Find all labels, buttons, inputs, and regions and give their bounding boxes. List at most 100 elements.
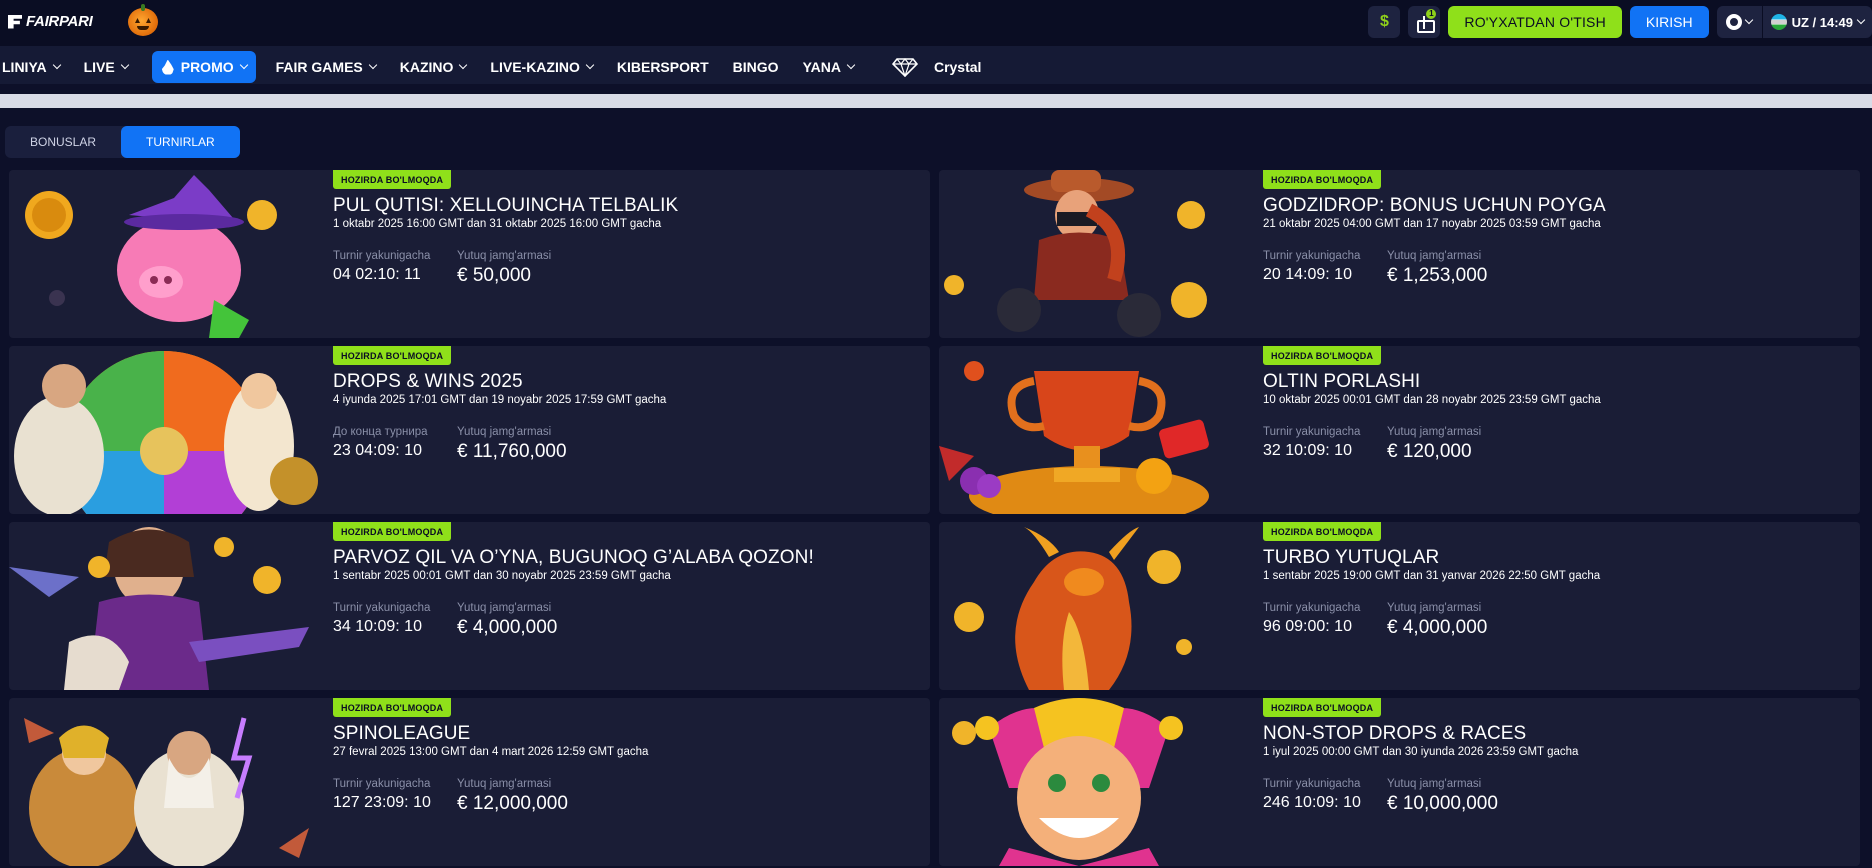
prize-block: Yutuq jamg'armasi € 4,000,000 <box>457 602 558 638</box>
prize-value: € 4,000,000 <box>457 617 558 638</box>
nav-live[interactable]: LIVE <box>84 51 138 83</box>
status-badge: HOZIRDA BO'LMOQDA <box>333 170 452 189</box>
prize-block: Yutuq jamg'armasi € 120,000 <box>1387 426 1482 462</box>
card-dates: 1 iyul 2025 00:00 GMT dan 30 iyunda 2026… <box>1263 746 1579 758</box>
banner-strip <box>0 94 1872 108</box>
tournament-card[interactable]: HOZIRDA BO'LMOQDA OLTIN PORLASHI 10 okta… <box>939 346 1860 514</box>
tournament-card[interactable]: HOZIRDA BO'LMOQDA GODZIDROP: BONUS UCHUN… <box>939 170 1860 338</box>
countdown-value: 246 10:09: 10 <box>1263 794 1361 811</box>
dollar-icon: $ <box>1379 13 1389 30</box>
jester-artwork <box>939 698 1249 866</box>
timer-block: Turnir yakunigacha 34 10:09: 10 <box>333 602 431 635</box>
card-dates: 10 oktabr 2025 00:01 GMT dan 28 noyabr 2… <box>1263 394 1601 406</box>
register-button[interactable]: RO'YXATDAN O'TISH <box>1448 6 1622 38</box>
timer-block: Turnir yakunigacha 04 02:10: 11 <box>333 250 431 283</box>
card-dates: 27 fevral 2025 13:00 GMT dan 4 mart 2026… <box>333 746 649 758</box>
chevron-down-icon <box>368 60 377 70</box>
status-badge: HOZIRDA BO'LMOQDA <box>1263 698 1382 717</box>
chevron-down-icon <box>585 60 595 70</box>
prize-value: € 12,000,000 <box>457 793 568 814</box>
zeus-wheel-artwork <box>9 346 319 514</box>
timer-block: До конца турнира 23 04:09: 10 <box>333 426 428 459</box>
nav-fair-games[interactable]: FAIR GAMES <box>276 51 386 83</box>
nav-yana[interactable]: YANA <box>803 51 864 83</box>
main-nav: LINIYA LIVE PROMO FAIR GAMES KAZINO LIVE… <box>0 46 1872 88</box>
nav-bingo[interactable]: BINGO <box>733 51 789 83</box>
gift-count-badge: 1 <box>1426 9 1437 19</box>
prize-block: Yutuq jamg'armasi € 50,000 <box>457 250 552 286</box>
prize-block: Yutuq jamg'armasi € 10,000,000 <box>1387 778 1498 814</box>
card-title: PUL QUTISI: XELLOUINCHA TELBALIK <box>333 195 679 216</box>
chevron-down-icon <box>120 60 129 70</box>
prize-block: Yutuq jamg'armasi € 12,000,000 <box>457 778 568 814</box>
tournament-grid: HOZIRDA BO'LMOQDA PUL QUTISI: XELLOUINCH… <box>9 170 1862 866</box>
card-dates: 1 oktabr 2025 16:00 GMT dan 31 oktabr 20… <box>333 218 662 230</box>
prize-value: € 50,000 <box>457 265 531 286</box>
nav-live-kazino[interactable]: LIVE-KAZINO <box>490 51 602 83</box>
status-badge: HOZIRDA BO'LMOQDA <box>1263 522 1382 541</box>
gift-button[interactable]: 1 <box>1408 6 1441 38</box>
tournament-card[interactable]: HOZIRDA BO'LMOQDA NON-STOP DROPS & RACES… <box>939 698 1860 866</box>
cowgirl-biker-artwork <box>939 170 1249 338</box>
timer-block: Turnir yakunigacha 32 10:09: 10 <box>1263 426 1361 459</box>
promo-tabs: BONUSLAR TURNIRLAR <box>5 126 240 158</box>
gear-icon <box>1726 14 1743 30</box>
tournament-card[interactable]: HOZIRDA BO'LMOQDA PUL QUTISI: XELLOUINCH… <box>9 170 930 338</box>
chevron-down-icon <box>1744 15 1754 25</box>
timer-block: Turnir yakunigacha 20 14:09: 10 <box>1263 250 1361 283</box>
tournament-card[interactable]: HOZIRDA BO'LMOQDA PARVOZ QIL VA O’YNA, B… <box>9 522 930 690</box>
card-title: GODZIDROP: BONUS UCHUN POYGA <box>1263 195 1606 216</box>
settings-button[interactable] <box>1716 6 1763 38</box>
card-title: DROPS & WINS 2025 <box>333 371 523 392</box>
flame-icon <box>161 59 174 75</box>
nav-kibersport[interactable]: KIBERSPORT <box>617 51 719 83</box>
prize-value: € 120,000 <box>1387 441 1472 462</box>
countdown-value: 32 10:09: 10 <box>1263 442 1352 459</box>
prize-value: € 4,000,000 <box>1387 617 1488 638</box>
deposit-button[interactable]: $ <box>1368 6 1401 38</box>
login-button[interactable]: KIRISH <box>1629 6 1709 38</box>
uz-flag-icon <box>1770 14 1787 30</box>
status-badge: HOZIRDA BO'LMOQDA <box>333 698 452 717</box>
countdown-value: 23 04:09: 10 <box>333 442 422 459</box>
nav-crystal[interactable]: Crystal <box>891 51 991 83</box>
tournament-card[interactable]: HOZIRDA BO'LMOQDA TURBO YUTUQLAR 1 senta… <box>939 522 1860 690</box>
tournament-card[interactable]: HOZIRDA BO'LMOQDA DROPS & WINS 2025 4 iy… <box>9 346 930 514</box>
tab-turnirlar[interactable]: TURNIRLAR <box>121 126 240 158</box>
countdown-value: 20 14:09: 10 <box>1263 266 1352 283</box>
card-dates: 4 iyunda 2025 17:01 GMT dan 19 noyabr 20… <box>333 394 667 406</box>
prize-block: Yutuq jamg'armasi € 1,253,000 <box>1387 250 1488 286</box>
zeus-athena-artwork <box>9 698 319 866</box>
timer-block: Turnir yakunigacha 246 10:09: 10 <box>1263 778 1361 811</box>
countdown-value: 127 23:09: 10 <box>333 794 431 811</box>
chevron-down-icon <box>1856 15 1866 25</box>
chevron-down-icon <box>239 60 248 70</box>
pumpkin-icon[interactable] <box>128 4 158 36</box>
logo-text: FAIRPARI <box>26 13 93 30</box>
prize-block: Yutuq jamg'armasi € 4,000,000 <box>1387 602 1488 638</box>
card-dates: 1 sentabr 2025 19:00 GMT dan 31 yanvar 2… <box>1263 570 1601 582</box>
card-title: SPINOLEAGUE <box>333 723 471 744</box>
status-badge: HOZIRDA BO'LMOQDA <box>333 346 452 365</box>
prize-value: € 1,253,000 <box>1387 265 1488 286</box>
chevron-down-icon <box>459 60 468 70</box>
card-title: OLTIN PORLASHI <box>1263 371 1421 392</box>
countdown-value: 04 02:10: 11 <box>333 266 421 283</box>
timer-block: Turnir yakunigacha 96 09:00: 10 <box>1263 602 1361 635</box>
card-title: NON-STOP DROPS & RACES <box>1263 723 1527 744</box>
card-dates: 21 oktabr 2025 04:00 GMT dan 17 noyabr 2… <box>1263 218 1601 230</box>
prize-block: Yutuq jamg'armasi € 11,760,000 <box>457 426 567 462</box>
countdown-value: 34 10:09: 10 <box>333 618 422 635</box>
countdown-value: 96 09:00: 10 <box>1263 618 1352 635</box>
card-dates: 1 sentabr 2025 00:01 GMT dan 30 noyabr 2… <box>333 570 671 582</box>
tab-bonuslar[interactable]: BONUSLAR <box>5 126 121 158</box>
nav-liniya[interactable]: LINIYA <box>2 51 70 83</box>
language-time-selector[interactable]: UZ / 14:49 <box>1762 6 1872 38</box>
tournament-card[interactable]: HOZIRDA BO'LMOQDA SPINOLEAGUE 27 fevral … <box>9 698 930 866</box>
nav-promo[interactable]: PROMO <box>151 51 256 83</box>
nav-kazino[interactable]: KAZINO <box>400 51 477 83</box>
fairpari-logo[interactable]: FAIRPARI <box>8 13 93 30</box>
lang-time-label: UZ / 14:49 <box>1791 14 1853 30</box>
piggy-witch-artwork <box>9 170 319 338</box>
prize-value: € 11,760,000 <box>457 441 567 462</box>
